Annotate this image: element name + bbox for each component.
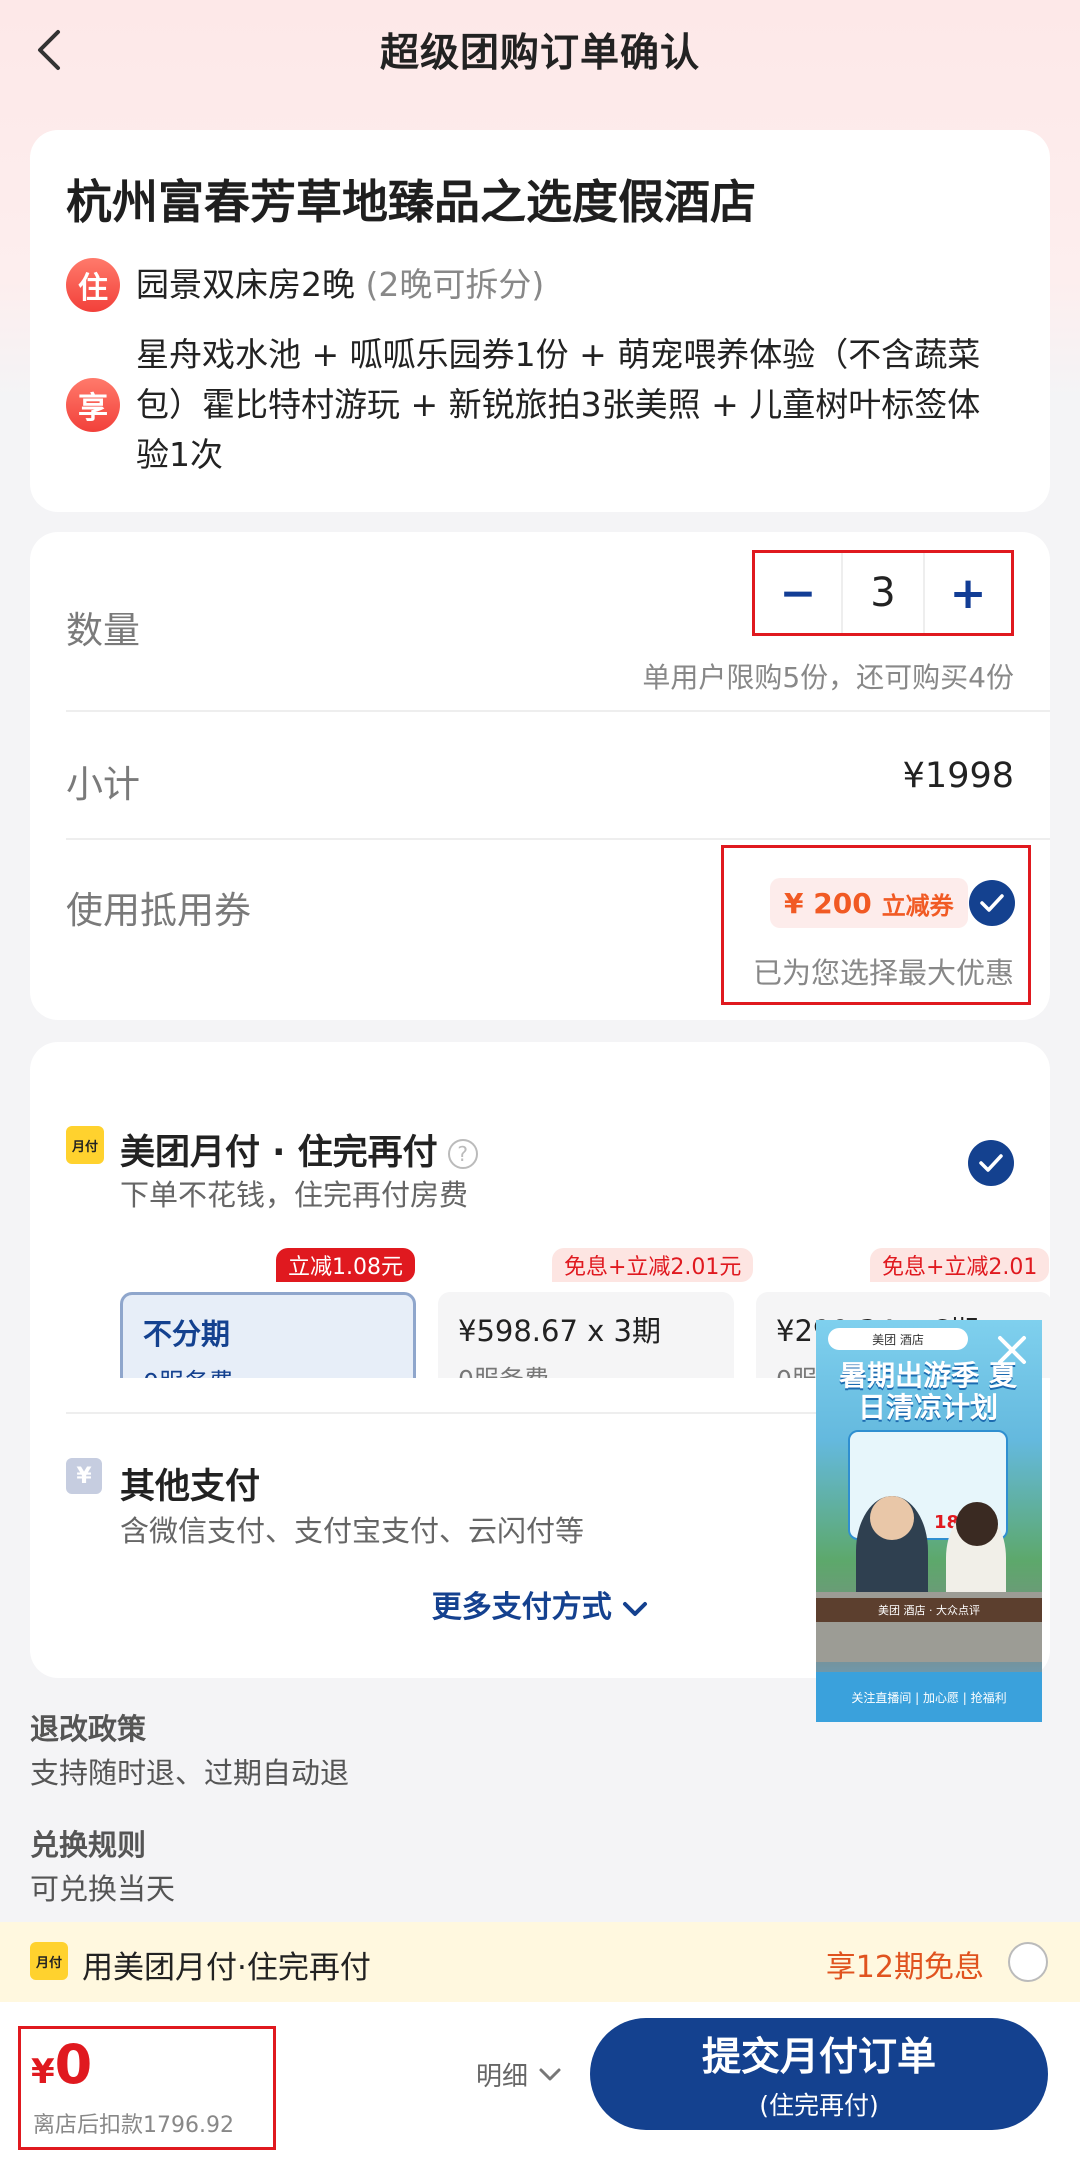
- quantity-label: 数量: [66, 609, 140, 652]
- monthly-pay-title[interactable]: 美团月付 · 住完再付?: [120, 1124, 478, 1175]
- total-price: ¥0: [31, 2033, 92, 2096]
- plan-fee: 0服务费: [143, 1363, 393, 1378]
- quantity-stepper: − 3 +: [752, 550, 1014, 636]
- nav-bar: 超级团购订单确认: [0, 0, 1080, 100]
- voucher-note: 已为您选择最大优惠: [752, 956, 1014, 990]
- room-row: 住 园景双床房2晚 (2晚可拆分): [66, 258, 1014, 312]
- voucher-amount: ¥ 200: [784, 886, 872, 920]
- plan-badge: 立减1.08元: [276, 1248, 415, 1282]
- other-pay-subtitle: 含微信支付、支付宝支付、云闪付等: [120, 1514, 585, 1548]
- enjoy-line: 星舟戏水池 + 呱呱乐园券1份 + 萌宠喂养体验（不含蔬菜: [136, 335, 981, 374]
- chevron-down-icon: [623, 1601, 648, 1616]
- purchase-limit-text: 单用户限购5份，还可购买4份: [642, 661, 1014, 694]
- plan-option[interactable]: ¥598.67 x 3期 0服务费: [438, 1292, 734, 1378]
- back-button[interactable]: [24, 26, 72, 74]
- divider: [66, 838, 1050, 840]
- hotel-name: 杭州富春芳草地臻品之选度假酒店: [66, 175, 756, 229]
- total-price-value: 0: [54, 2033, 93, 2096]
- monthly-pay-bar-radio[interactable]: [1008, 1942, 1048, 1982]
- voucher-type: 立减券: [881, 891, 954, 920]
- page-title: 超级团购订单确认: [379, 31, 700, 76]
- ad-title: 暑期出游季 夏日清凉计划: [839, 1359, 1017, 1424]
- room-note: (2晚可拆分): [365, 265, 545, 304]
- chevron-left-icon: [38, 30, 60, 70]
- enjoy-description: 星舟戏水池 + 呱呱乐园券1份 + 萌宠喂养体验（不含蔬菜 包）霍比特村游玩 +…: [136, 330, 980, 480]
- submit-sublabel: (住完再付): [759, 2091, 879, 2120]
- check-icon: [979, 1154, 1003, 1172]
- host-head: [870, 1496, 914, 1540]
- voucher-badge: ¥ 200 立减券: [770, 878, 968, 928]
- monthly-pay-title-text: 美团月付 · 住完再付: [120, 1133, 438, 1173]
- ad-banner: 美团 酒店 · 大众点评: [816, 1598, 1042, 1622]
- refund-policy-title: 退改政策: [30, 1712, 147, 1746]
- plan-fee: 0服务费: [458, 1360, 714, 1378]
- plan-main: ¥598.67 x 3期: [458, 1314, 661, 1348]
- subtotal-label: 小计: [66, 763, 140, 806]
- voucher-label: 使用抵用券: [66, 889, 251, 932]
- currency-symbol: ¥: [31, 2052, 55, 2092]
- plan-option[interactable]: 不分期 0服务费: [120, 1292, 416, 1378]
- submit-label: 提交月付订单: [701, 2035, 936, 2080]
- ad-footer: 关注直播间 | 加心愿 | 抢福利: [816, 1672, 1042, 1722]
- chevron-down-icon: [539, 2068, 561, 2080]
- monthly-pay-logo: 月付: [30, 1942, 68, 1980]
- other-pay-logo: ¥: [66, 1458, 102, 1494]
- monthly-pay-subtitle: 下单不花钱，住完再付房费: [120, 1178, 469, 1212]
- increase-button[interactable]: +: [925, 553, 1011, 633]
- enjoy-row: 享 星舟戏水池 + 呱呱乐园券1份 + 萌宠喂养体验（不含蔬菜 包）霍比特村游玩…: [66, 330, 1014, 480]
- enjoy-tag: 享: [66, 378, 120, 432]
- room-name: 园景双床房2晚: [136, 265, 355, 304]
- other-pay-title[interactable]: 其他支付: [120, 1458, 260, 1509]
- subtotal-value: ¥1998: [902, 756, 1014, 796]
- checkout-footer: ¥0 离店后扣款1796.92 明细 提交月付订单 (住完再付): [0, 2002, 1080, 2166]
- exchange-rule-title: 兑换规则: [30, 1828, 147, 1862]
- check-icon: [980, 894, 1004, 912]
- monthly-pay-bar-text: 用美团月付·住完再付: [82, 1950, 371, 1986]
- help-icon[interactable]: ?: [447, 1139, 478, 1169]
- monthly-pay-promo: 享12期免息: [825, 1950, 984, 1985]
- price-detail-button[interactable]: 明细: [476, 2056, 562, 2093]
- quantity-value[interactable]: 3: [841, 553, 925, 633]
- voucher-selector[interactable]: ¥ 200 立减券 已为您选择最大优惠: [721, 845, 1031, 1005]
- exchange-rule-text: 可兑换当天: [30, 1872, 176, 1906]
- floating-live-ad[interactable]: 美团 酒店 暑期出游季 夏日清凉计划 1899 美团 酒店 · 大众点评 关注直…: [816, 1320, 1042, 1722]
- order-card: 数量 − 3 + 单用户限购5份，还可购买4份 小计 ¥1998 使用抵用券 ¥…: [30, 532, 1050, 1020]
- divider: [66, 710, 1050, 712]
- room-info: 园景双床房2晚 (2晚可拆分): [136, 258, 544, 312]
- plan-badge: 免息+立减2.01: [870, 1248, 1050, 1282]
- monthly-pay-logo: 月付: [66, 1126, 104, 1164]
- decrease-button[interactable]: −: [755, 553, 841, 633]
- plan-main: 不分期: [143, 1317, 231, 1351]
- monthly-pay-radio[interactable]: [968, 1140, 1014, 1186]
- plan-badge: 免息+立减2.01元: [552, 1248, 754, 1282]
- total-price-box: ¥0 离店后扣款1796.92: [18, 2026, 276, 2150]
- deduction-note: 离店后扣款1796.92: [33, 2113, 234, 2138]
- voucher-checkbox[interactable]: [969, 880, 1015, 926]
- submit-order-button[interactable]: 提交月付订单 (住完再付): [590, 2018, 1048, 2130]
- enjoy-line: 验1次: [136, 435, 223, 474]
- host-head: [956, 1502, 998, 1546]
- refund-policy-text: 支持随时退、过期自动退: [30, 1756, 350, 1790]
- monthly-pay-bar[interactable]: 月付 用美团月付·住完再付 享12期免息: [0, 1922, 1080, 2002]
- product-card: 杭州富春芳草地臻品之选度假酒店 住 园景双床房2晚 (2晚可拆分) 享 星舟戏水…: [30, 130, 1050, 512]
- ad-brand: 美团 酒店: [828, 1328, 968, 1350]
- more-payment-label: 更多支付方式: [431, 1590, 612, 1625]
- stay-tag: 住: [66, 258, 120, 312]
- enjoy-line: 包）霍比特村游玩 + 新锐旅拍3张美照 + 儿童树叶标签体: [136, 385, 981, 424]
- price-detail-label: 明细: [476, 2062, 529, 2092]
